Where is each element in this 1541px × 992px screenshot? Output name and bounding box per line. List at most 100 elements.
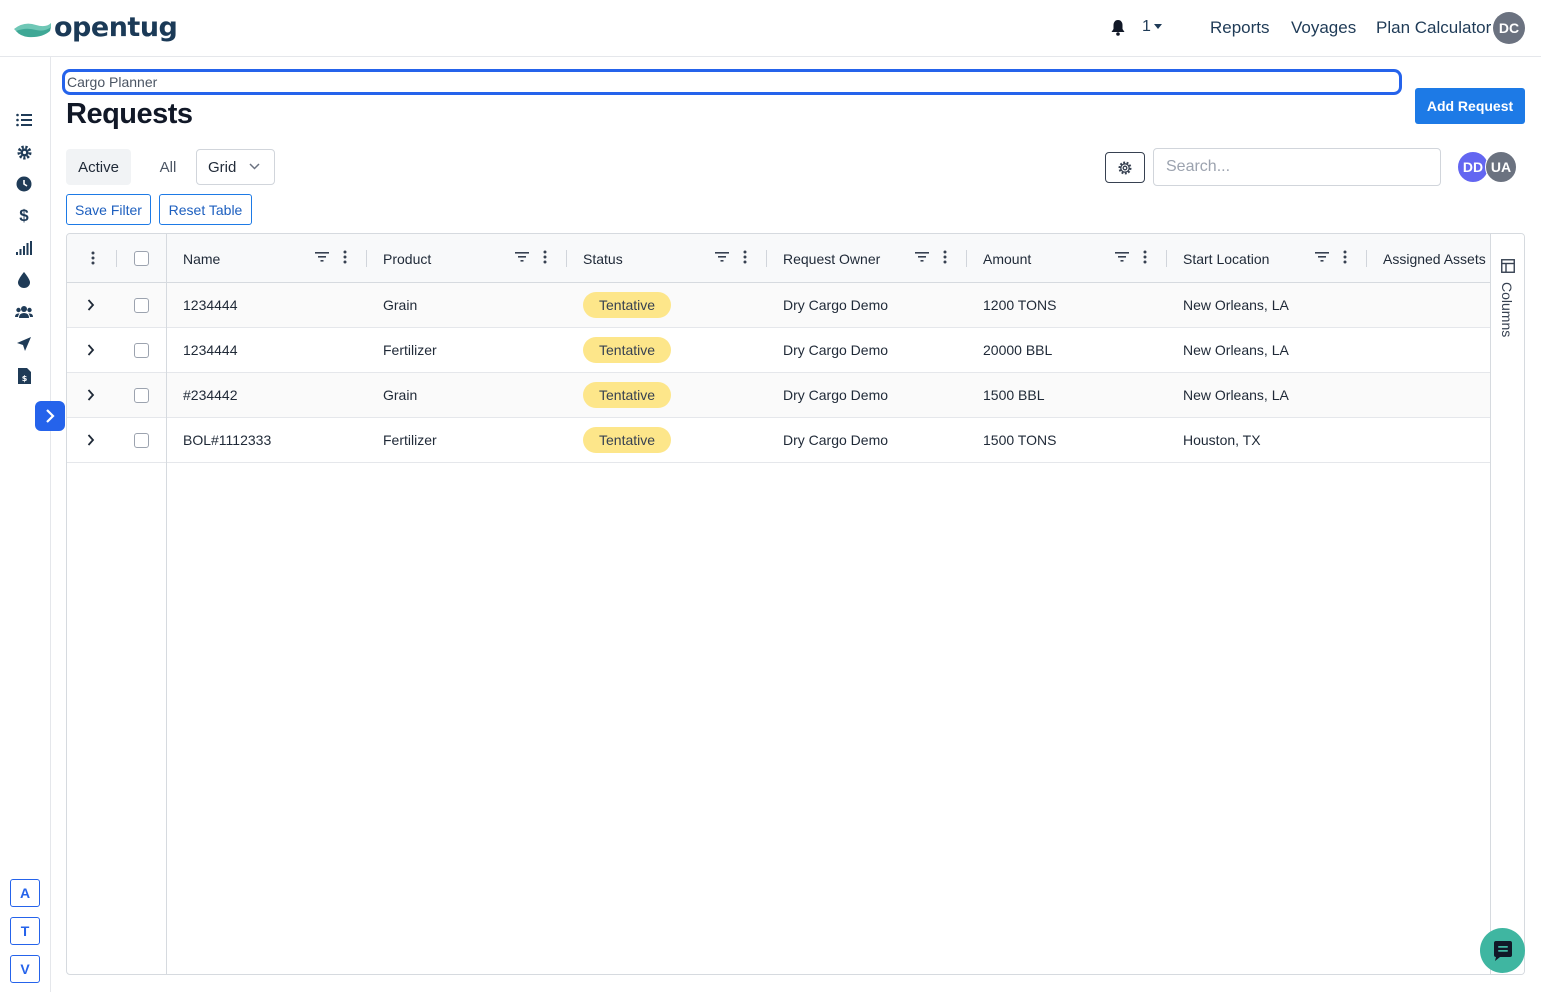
invoice-icon[interactable]: $: [14, 366, 34, 386]
filter-icon[interactable]: [1115, 251, 1129, 263]
column-header-label: Name: [183, 250, 221, 267]
row-checkbox-cell: [134, 373, 149, 417]
view-select[interactable]: Grid: [196, 149, 275, 185]
clock-icon[interactable]: [14, 174, 34, 194]
letter-button-a[interactable]: A: [10, 879, 40, 907]
chat-support-button[interactable]: [1480, 928, 1525, 973]
filter-icon[interactable]: [315, 251, 329, 263]
table-row[interactable]: 1234444 Fertilizer Tentative Dry Cargo D…: [67, 328, 1491, 373]
svg-text:$: $: [21, 374, 27, 383]
table-settings-button[interactable]: [1105, 152, 1145, 183]
columns-panel-label: Columns: [1499, 282, 1515, 338]
vertical-dots-icon[interactable]: [943, 250, 947, 264]
reset-table-button[interactable]: Reset Table: [159, 194, 252, 225]
cell-product: Grain: [383, 387, 418, 403]
expand-row-icon[interactable]: [87, 418, 95, 462]
opentug-logo[interactable]: opentug: [12, 12, 178, 43]
vertical-dots-icon[interactable]: [343, 250, 347, 264]
row-checkbox[interactable]: [134, 387, 149, 403]
table-columns-icon: [1501, 259, 1515, 273]
grid-header-row: Name Product Status Request Owner Amount…: [67, 234, 1491, 283]
vertical-dots-icon[interactable]: [1343, 250, 1347, 264]
column-header-label: Request Owner: [783, 250, 881, 267]
expand-row-icon[interactable]: [87, 283, 95, 327]
letter-button-v[interactable]: V: [10, 955, 40, 983]
filter-icon[interactable]: [515, 251, 529, 263]
select-all-checkbox[interactable]: [134, 251, 149, 266]
vertical-dots-icon[interactable]: [543, 250, 547, 264]
row-checkbox[interactable]: [134, 297, 149, 313]
expand-row-icon[interactable]: [87, 328, 95, 372]
cell-request-owner: Dry Cargo Demo: [783, 387, 889, 403]
notifications-dropdown[interactable]: 1: [1110, 18, 1162, 36]
filter-icon[interactable]: [915, 251, 929, 263]
vertical-dots-icon: [91, 251, 95, 265]
navigation-arrow-icon[interactable]: [14, 334, 34, 354]
gear-icon[interactable]: [14, 142, 34, 162]
cell-product: Fertilizer: [383, 342, 437, 358]
cell-name: BOL#1112333: [183, 432, 272, 448]
columns-side-panel[interactable]: Columns: [1490, 234, 1524, 974]
column-header-assigned-assets[interactable]: Assigned Assets: [1367, 234, 1491, 283]
vertical-dots-icon[interactable]: [1143, 250, 1147, 264]
dollar-icon[interactable]: $: [14, 206, 34, 226]
add-request-button[interactable]: Add Request: [1415, 88, 1525, 124]
cell-status: Tentative: [567, 373, 672, 417]
gear-icon: [1118, 160, 1132, 175]
sidebar: $ $ A T V: [0, 57, 51, 992]
page-title: Requests: [66, 98, 193, 130]
letter-button-t[interactable]: T: [10, 917, 40, 945]
row-checkbox-cell: [134, 418, 149, 462]
cell-amount: 1500 TONS: [983, 432, 1057, 448]
column-header-start-location[interactable]: Start Location: [1167, 234, 1367, 283]
column-header-label: Assigned Assets: [1383, 250, 1486, 267]
nav-link-voyages[interactable]: Voyages: [1291, 18, 1356, 38]
drop-icon[interactable]: [14, 270, 34, 290]
expand-row-icon[interactable]: [87, 373, 95, 417]
list-icon[interactable]: [14, 110, 34, 130]
column-menu-button[interactable]: [67, 234, 117, 283]
row-checkbox-cell: [134, 328, 149, 372]
row-checkbox[interactable]: [134, 432, 149, 448]
chevron-right-icon: [46, 409, 55, 423]
cell-product: Grain: [383, 297, 418, 313]
status-badge: Tentative: [583, 427, 672, 453]
users-icon[interactable]: [14, 302, 34, 322]
tab-all[interactable]: All: [150, 149, 186, 185]
breadcrumb[interactable]: Cargo Planner: [62, 69, 1402, 95]
requests-grid: Name Product Status Request Owner Amount…: [66, 233, 1525, 975]
column-header-amount[interactable]: Amount: [967, 234, 1167, 283]
chat-icon: [1493, 940, 1512, 961]
column-header-request-owner[interactable]: Request Owner: [767, 234, 967, 283]
table-row[interactable]: #234442 Grain Tentative Dry Cargo Demo 1…: [67, 373, 1491, 418]
status-badge: Tentative: [583, 292, 672, 318]
cell-amount: 1200 TONS: [983, 297, 1057, 313]
column-header-label: Amount: [983, 250, 1032, 267]
filter-icon[interactable]: [1315, 251, 1329, 263]
user-avatar[interactable]: DC: [1493, 12, 1525, 44]
view-select-value: Grid: [208, 158, 237, 176]
column-header-product[interactable]: Product: [367, 234, 567, 283]
pinned-columns-divider: [166, 234, 167, 974]
cell-name: 1234444: [183, 297, 238, 313]
cell-status: Tentative: [567, 283, 672, 327]
sidebar-expand-button[interactable]: [35, 401, 65, 431]
column-header-label: Product: [383, 250, 432, 267]
tab-active[interactable]: Active: [66, 149, 131, 185]
vertical-dots-icon[interactable]: [743, 250, 747, 264]
signal-bars-icon[interactable]: [14, 238, 34, 258]
save-filter-button[interactable]: Save Filter: [66, 194, 151, 225]
cell-request-owner: Dry Cargo Demo: [783, 432, 889, 448]
nav-link-reports[interactable]: Reports: [1210, 18, 1270, 38]
search-input[interactable]: [1153, 148, 1441, 186]
cell-amount: 20000 BBL: [983, 342, 1053, 358]
column-header-name[interactable]: Name: [167, 234, 367, 283]
table-row[interactable]: BOL#1112333 Fertilizer Tentative Dry Car…: [67, 418, 1491, 463]
avatar-ua[interactable]: UA: [1485, 151, 1517, 183]
nav-link-plan-calculator[interactable]: Plan Calculator: [1376, 18, 1491, 38]
select-all-cell: [117, 234, 166, 283]
column-header-status[interactable]: Status: [567, 234, 767, 283]
row-checkbox[interactable]: [134, 342, 149, 358]
table-row[interactable]: 1234444 Grain Tentative Dry Cargo Demo 1…: [67, 283, 1491, 328]
filter-icon[interactable]: [715, 251, 729, 263]
